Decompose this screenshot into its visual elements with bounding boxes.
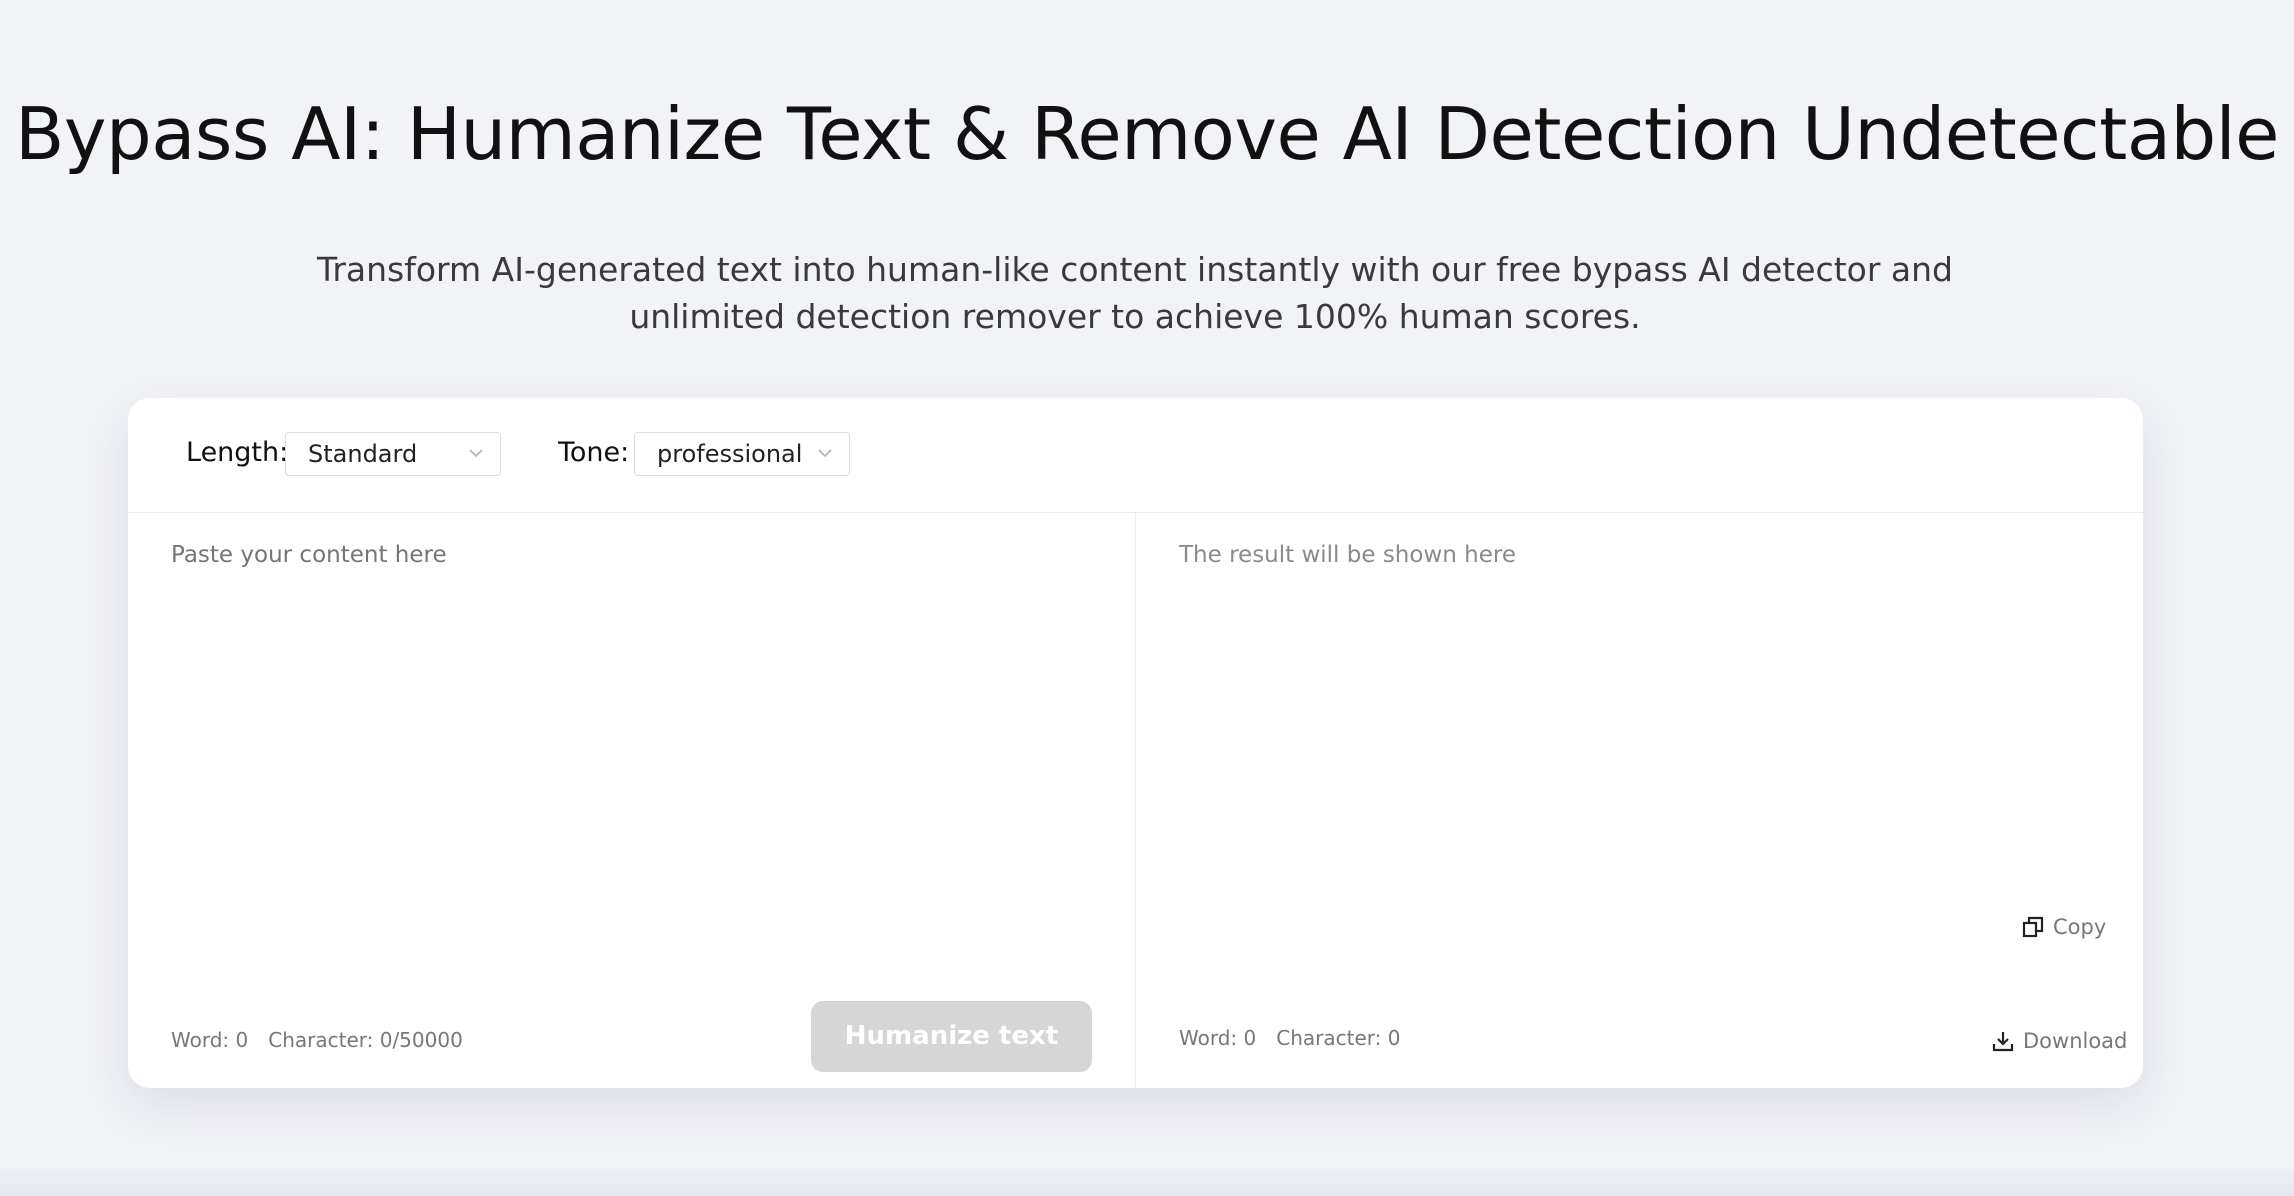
result-placeholder: The result will be shown here: [1179, 542, 1516, 568]
chevron-down-icon: [469, 449, 483, 458]
input-pane: Word: 0 Character: 0/50000 Humanize text: [128, 512, 1135, 1088]
copy-label: Copy: [2053, 915, 2107, 939]
input-word-count: Word: 0: [171, 1028, 249, 1052]
download-button[interactable]: Download: [1991, 1026, 2127, 1056]
output-char-count: Character: 0: [1276, 1026, 1401, 1050]
tone-label: Tone:: [558, 437, 630, 468]
output-word-count: Word: 0: [1179, 1026, 1257, 1050]
tone-select-value: professional: [657, 440, 803, 468]
output-stats: Word: 0 Character: 0: [1179, 1026, 1420, 1050]
length-select-value: Standard: [308, 440, 418, 468]
length-label: Length:: [186, 437, 289, 468]
page-bottom-edge: [0, 1168, 2294, 1196]
download-label: Download: [2023, 1029, 2128, 1053]
download-icon: [1992, 1032, 2014, 1052]
humanizer-card: Length: Standard Tone: professional Word…: [128, 398, 2143, 1088]
page-subtitle: Transform AI-generated text into human-l…: [317, 250, 1953, 336]
output-pane: The result will be shown here Word: 0 Cha…: [1136, 512, 2143, 1088]
copy-button[interactable]: Copy: [2021, 912, 2106, 942]
length-select[interactable]: Standard: [285, 432, 501, 476]
input-char-count: Character: 0/50000: [268, 1028, 463, 1052]
tone-select[interactable]: professional: [634, 432, 850, 476]
page-title: Bypass AI: Humanize Text & Remove AI Det…: [15, 92, 2279, 176]
content-input[interactable]: [171, 542, 1071, 568]
copy-icon: [2022, 916, 2044, 938]
humanize-button[interactable]: Humanize text: [811, 1001, 1092, 1072]
input-stats: Word: 0 Character: 0/50000: [171, 1028, 483, 1052]
chevron-down-icon: [818, 449, 832, 458]
options-toolbar: Length: Standard Tone: professional: [128, 398, 2143, 513]
